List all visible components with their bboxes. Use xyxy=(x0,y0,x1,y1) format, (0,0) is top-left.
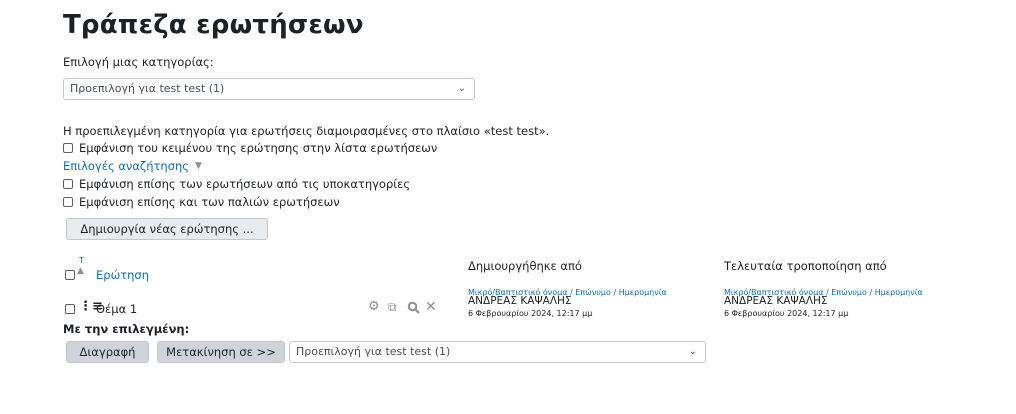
category-info: Η προεπιλεγμένη κατηγορία για ερωτήσεις … xyxy=(63,124,550,138)
move-button[interactable]: Μετακίνηση σε >> xyxy=(157,341,285,363)
chevron-down-icon: ⌄ xyxy=(457,83,466,94)
chevron-down-icon: ⌄ xyxy=(688,346,697,357)
show-text-checkbox[interactable] xyxy=(63,143,73,153)
old-questions-option: Εμφάνιση επίσης και των παλιών ερωτήσεων xyxy=(63,195,340,209)
search-options-link[interactable]: Επιλογές αναζήτησης xyxy=(63,159,189,173)
modified-date: 6 Φεβρουαρίου 2024, 12:17 μμ xyxy=(724,309,849,318)
row-checkbox[interactable] xyxy=(65,304,75,314)
sort-up-icon[interactable]: ▲ xyxy=(77,266,84,276)
delete-button[interactable]: Διαγραφή xyxy=(66,341,149,363)
old-questions-label: Εμφάνιση επίσης και των παλιών ερωτήσεων xyxy=(79,195,340,209)
caret-down-icon: ▼ xyxy=(195,161,202,171)
move-target-value: Προεπιλογή για test test (1) xyxy=(296,345,451,358)
created-by-name: ΑΝΔΡΕΑΣ ΚΑΨΑΛΗΣ xyxy=(468,295,572,307)
question-header[interactable]: Ερώτηση xyxy=(96,268,149,282)
modified-sort-lastname[interactable]: Επώνυμο xyxy=(831,288,867,297)
category-select-value: Προεπιλογή για test test (1) xyxy=(70,82,225,95)
search-icon[interactable] xyxy=(407,299,420,318)
created-sort-lastname[interactable]: Επώνυμο xyxy=(575,288,611,297)
category-select[interactable]: Προεπιλογή για test test (1) ⌄ xyxy=(63,78,475,100)
select-all-checkbox[interactable] xyxy=(65,270,75,280)
question-name: Θέμα 1 xyxy=(96,302,138,316)
modified-by-name: ΑΝΔΡΕΑΣ ΚΑΨΑΛΗΣ xyxy=(724,295,828,307)
created-date: 6 Φεβρουαρίου 2024, 12:17 μμ xyxy=(468,309,593,318)
modified-by-header: Τελευταία τροποποίηση από xyxy=(724,259,887,273)
show-text-option: Εμφάνιση του κειμένου της ερώτησης στην … xyxy=(63,141,437,155)
subcategories-option: Εμφάνιση επίσης των ερωτήσεων από τις υπ… xyxy=(63,177,410,191)
page-title: Τράπεζα ερωτήσεων xyxy=(63,10,364,40)
search-options-toggle[interactable]: Επιλογές αναζήτησης ▼ xyxy=(63,159,202,173)
subcategories-checkbox[interactable] xyxy=(63,179,73,189)
category-label: Επιλογή μιας κατηγορίας: xyxy=(63,55,214,69)
created-sort-sep2: / xyxy=(610,288,619,297)
old-questions-checkbox[interactable] xyxy=(63,197,73,207)
bulk-actions-label: Με την επιλεγμένη: xyxy=(63,322,190,336)
gear-icon[interactable]: ⚙ xyxy=(368,299,380,314)
created-by-header: Δημιουργήθηκε από xyxy=(468,259,582,273)
subcategories-label: Εμφάνιση επίσης των ερωτήσεων από τις υπ… xyxy=(79,177,411,191)
modified-sort-date[interactable]: Ημερομηνία xyxy=(875,288,923,297)
modified-sort-sep2: / xyxy=(866,288,875,297)
move-target-select[interactable]: Προεπιλογή για test test (1) ⌄ xyxy=(289,341,706,363)
duplicate-icon[interactable]: ⧉ xyxy=(388,300,397,315)
close-icon[interactable]: ✕ xyxy=(425,299,437,315)
type-sort-letter[interactable]: T xyxy=(79,256,84,265)
created-sort-date[interactable]: Ημερομηνία xyxy=(619,288,667,297)
show-text-label: Εμφάνιση του κειμένου της ερώτησης στην … xyxy=(79,141,438,155)
create-question-button[interactable]: Δημιουργία νέας ερώτησης ... xyxy=(66,218,268,240)
